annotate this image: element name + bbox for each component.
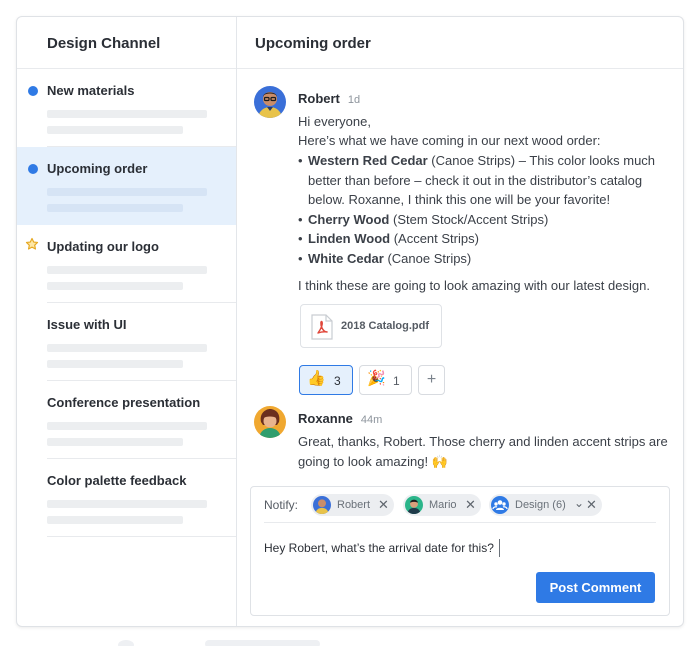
message-author: Robert 1d <box>298 91 360 106</box>
item-name: White Cedar <box>308 250 384 266</box>
preview-placeholder <box>47 282 183 290</box>
preview-placeholder <box>47 126 183 134</box>
preview-placeholder <box>47 344 207 352</box>
sidebar-item-label: New materials <box>47 83 135 98</box>
list-item: White Cedar (Canoe Strips) <box>298 249 666 269</box>
thread-panel: Upcoming order Robert 1d Hi everyone, Her… <box>237 17 683 626</box>
sidebar-item-conference[interactable]: Conference presentation <box>17 381 236 459</box>
notify-label: Notify: <box>264 498 299 512</box>
avatar-robert-small <box>313 496 331 514</box>
reaction-party[interactable]: 🎉 1 <box>359 365 412 395</box>
preview-placeholder <box>47 188 207 196</box>
preview-placeholder <box>47 360 183 368</box>
add-reaction-button[interactable]: + <box>418 365 445 395</box>
sidebar-item-upcoming-order[interactable]: Upcoming order <box>17 147 236 225</box>
order-list: Western Red Cedar (Canoe Strips) – This … <box>298 151 666 268</box>
message-time: 1d <box>347 94 361 106</box>
chip-label: Mario <box>429 499 457 511</box>
attachment-pdf[interactable]: 2018 Catalog.pdf <box>300 304 442 348</box>
preview-placeholder <box>47 516 183 524</box>
item-name: Linden Wood <box>308 231 391 246</box>
remove-icon[interactable]: ✕ <box>465 497 476 513</box>
sidebar-item-label: Upcoming order <box>47 161 148 176</box>
comment-composer: Notify: Robert ✕ Mario ✕ Design (6) ⌄ ✕ … <box>250 486 670 616</box>
sidebar-item-label: Conference presentation <box>47 395 201 410</box>
item-name: Western Red Cedar <box>308 153 428 168</box>
item-detail: (Stem Stock/Accent Strips) <box>389 211 549 227</box>
thumbs-up-icon: 👍 <box>307 370 326 387</box>
message-intro: Here’s what we have coming in our next w… <box>298 133 601 148</box>
avatar-robert[interactable] <box>254 86 286 118</box>
pdf-icon <box>311 314 333 345</box>
chip-label: Robert <box>337 499 371 511</box>
list-item: Cherry Wood (Stem Stock/Accent Strips) <box>298 210 666 230</box>
group-icon <box>491 496 509 514</box>
reaction-count: 3 <box>334 374 341 388</box>
attachment-name: 2018 Catalog.pdf <box>341 320 430 332</box>
partial-avatar <box>118 640 134 646</box>
preview-placeholder <box>47 438 183 446</box>
notify-chip-mario[interactable]: Mario ✕ <box>403 494 481 516</box>
partial-placeholder <box>205 640 320 646</box>
notify-chip-robert[interactable]: Robert ✕ <box>311 494 394 516</box>
message-author: Roxanne 44m <box>298 411 382 426</box>
preview-placeholder <box>47 422 207 430</box>
remove-icon[interactable]: ✕ <box>378 497 389 513</box>
author-name: Roxanne <box>298 411 353 426</box>
message-closing: I think these are going to look amazing … <box>298 278 650 293</box>
item-detail: (Canoe Strips) <box>383 250 472 266</box>
unread-dot <box>28 86 38 96</box>
message-body: Great, thanks, Robert. Those cherry and … <box>298 434 668 469</box>
list-item: Western Red Cedar (Canoe Strips) – This … <box>298 151 666 210</box>
text-caret <box>498 539 500 557</box>
chip-label: Design (6) <box>515 499 566 511</box>
author-name: Robert <box>298 91 340 106</box>
sidebar-item-updating-logo[interactable]: Updating our logo <box>17 225 236 303</box>
preview-placeholder <box>47 266 207 274</box>
message-greeting: Hi everyone, <box>298 114 371 129</box>
sidebar-item-label: Color palette feedback <box>47 473 187 488</box>
thread-title: Upcoming order <box>237 17 683 69</box>
sidebar-item-label: Updating our logo <box>47 239 159 254</box>
notify-row: Notify: Robert ✕ Mario ✕ Design (6) ⌄ ✕ <box>264 487 656 523</box>
post-comment-button[interactable]: Post Comment <box>536 572 655 603</box>
comment-input[interactable]: Hey Robert, what’s the arrival date for … <box>264 539 500 557</box>
message-time: 44m <box>360 414 383 426</box>
avatar-roxanne[interactable] <box>254 406 286 438</box>
star-icon <box>25 237 39 254</box>
app-window: Design Channel New materials Upcoming or… <box>16 16 684 627</box>
sidebar-item-issue-ui[interactable]: Issue with UI <box>17 303 236 381</box>
reaction-count: 1 <box>393 374 400 388</box>
item-detail: (Accent Strips) <box>390 231 479 246</box>
preview-placeholder <box>47 110 207 118</box>
notify-chip-design-group[interactable]: Design (6) ⌄ ✕ <box>489 494 602 516</box>
sidebar-item-label: Issue with UI <box>47 317 127 332</box>
preview-placeholder <box>47 500 207 508</box>
avatar-mario-small <box>405 496 423 514</box>
channel-sidebar: Design Channel New materials Upcoming or… <box>17 17 237 626</box>
chevron-down-icon[interactable]: ⌄ <box>574 496 584 510</box>
remove-icon[interactable]: ✕ <box>586 497 597 513</box>
unread-dot <box>28 164 38 174</box>
sidebar-item-color-palette[interactable]: Color palette feedback <box>17 459 236 537</box>
channel-title: Design Channel <box>17 17 236 69</box>
item-name: Cherry Wood <box>308 211 390 227</box>
divider <box>47 536 236 537</box>
list-item: Linden Wood (Accent Strips) <box>298 229 666 249</box>
sidebar-item-new-materials[interactable]: New materials <box>17 69 236 147</box>
reaction-thumbs-up[interactable]: 👍 3 <box>299 365 353 395</box>
preview-placeholder <box>47 204 183 212</box>
comment-input-text: Hey Robert, what’s the arrival date for … <box>264 541 494 555</box>
party-popper-icon: 🎉 <box>367 370 386 387</box>
